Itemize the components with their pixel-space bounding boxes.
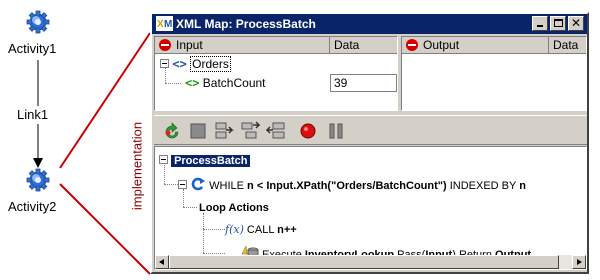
output-pane: Output Data [401, 36, 587, 111]
input-data-column-header[interactable]: Data [330, 37, 397, 53]
while-expression: Input.XPath("Orders/BatchCount") [266, 180, 447, 192]
while-keyword: WHILE [209, 180, 244, 192]
minimize-icon [537, 25, 543, 27]
collapse-input-icon[interactable] [159, 39, 171, 51]
scroll-right-button[interactable] [572, 255, 586, 269]
function-icon: f(x) [225, 223, 244, 236]
insert-child-icon[interactable] [240, 121, 260, 141]
undo-icon[interactable] [162, 121, 182, 141]
output-data-column-header[interactable]: Data [549, 37, 586, 53]
tree-connector [183, 207, 197, 208]
loop-actions-label: Loop Actions [199, 202, 269, 214]
tree-item-orders[interactable]: <> Orders [160, 56, 231, 72]
xml-map-icon: X M [156, 16, 173, 31]
input-pane: Input Data <> Orders <> BatchCount 39 [154, 36, 398, 111]
flow-root-label: ProcessBatch [171, 155, 251, 167]
minimize-button[interactable] [532, 16, 548, 31]
tree-connector [183, 189, 184, 207]
record-icon[interactable] [298, 121, 318, 141]
input-column-header[interactable]: Input [155, 37, 329, 53]
implementation-text: implementation [129, 121, 145, 211]
tree-connector [203, 253, 225, 254]
input-header-label: Input [176, 38, 203, 52]
window-title: XML Map: ProcessBatch [176, 17, 316, 31]
horizontal-scrollbar[interactable] [155, 255, 586, 269]
while-operator: < [256, 180, 264, 192]
input-pane-header: Input Data [155, 37, 397, 54]
batchcount-data-cell[interactable]: 39 [330, 74, 397, 92]
activity2-gear-icon[interactable] [26, 168, 50, 192]
tree-item-label: Orders [190, 56, 231, 72]
flow-tree: ProcessBatch WHILE n < Input.XPath("Orde… [154, 146, 587, 270]
loop-icon [191, 177, 206, 191]
call-row[interactable]: f(x) CALL n++ [225, 222, 297, 238]
tree-connector [165, 83, 181, 84]
window-titlebar[interactable]: X M XML Map: ProcessBatch ✕ [152, 14, 587, 34]
window-controls: ✕ [530, 16, 584, 31]
while-indexed-keyword: INDEXED BY [449, 180, 517, 192]
insert-icon[interactable] [214, 121, 234, 141]
while-variable: n [247, 180, 254, 192]
output-header-label: Output [423, 38, 460, 52]
implementation-label: implementation [126, 111, 148, 221]
pause-icon[interactable] [326, 121, 346, 141]
close-button[interactable]: ✕ [568, 16, 584, 31]
tree-item-label: BatchCount [202, 76, 266, 90]
link-arrowhead [33, 158, 43, 168]
stop-icon[interactable] [188, 121, 208, 141]
flow-root-row[interactable]: ProcessBatch [159, 153, 251, 169]
flow-toolbar [154, 115, 587, 145]
activity1-label: Activity1 [8, 41, 57, 56]
xml-map-window: X M XML Map: ProcessBatch ✕ Input Data <… [150, 12, 589, 274]
delete-icon[interactable] [266, 121, 286, 141]
tree-connector [165, 67, 166, 83]
svg-text:X: X [157, 19, 164, 30]
link1-label: Link1 [17, 107, 49, 122]
collapse-output-icon[interactable] [406, 39, 418, 51]
xml-element-icon: <> [185, 76, 200, 90]
tree-connector [164, 184, 178, 185]
tree-item-batchcount[interactable]: <> BatchCount [185, 75, 266, 91]
xml-element-icon: <> [172, 57, 187, 71]
while-row[interactable]: WHILE n < Input.XPath("Orders/BatchCount… [178, 177, 526, 193]
svg-text:M: M [164, 19, 172, 30]
scroll-thumb[interactable] [169, 255, 559, 269]
activity2-label: Activity2 [8, 199, 57, 214]
output-column-header[interactable]: Output [402, 37, 548, 53]
call-expression: n++ [277, 224, 297, 236]
while-index-variable: n [519, 180, 526, 192]
collapse-toggle-icon[interactable] [178, 180, 187, 189]
activity1-gear-icon[interactable] [26, 10, 50, 34]
scroll-left-button[interactable] [155, 255, 169, 269]
collapse-toggle-icon[interactable] [159, 155, 168, 164]
output-pane-header: Output Data [402, 37, 586, 54]
tree-connector [164, 165, 165, 184]
tree-connector [203, 229, 225, 230]
close-icon: ✕ [570, 16, 582, 30]
maximize-button[interactable] [550, 16, 566, 31]
loop-actions-row[interactable]: Loop Actions [199, 200, 269, 216]
maximize-icon [554, 19, 563, 27]
call-keyword: CALL [246, 224, 275, 236]
tree-connector [203, 213, 204, 253]
